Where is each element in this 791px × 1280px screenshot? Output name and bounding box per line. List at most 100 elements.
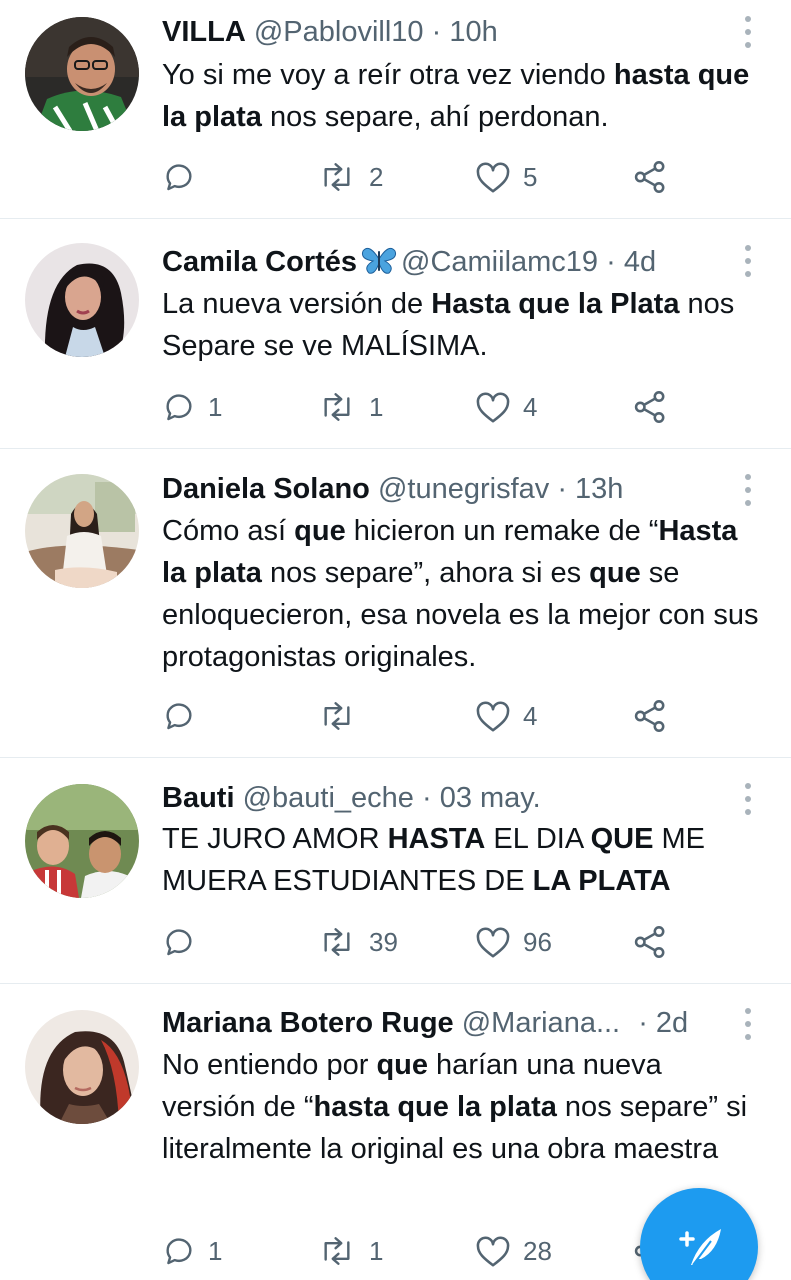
highlighted-keyword: HASTA	[387, 823, 486, 855]
more-options-icon[interactable]	[743, 783, 753, 815]
tweet-text-run: Cómo así	[162, 515, 295, 547]
timestamp[interactable]: 10h	[449, 16, 497, 48]
share-button[interactable]	[632, 922, 668, 962]
share-button[interactable]	[632, 387, 668, 427]
tweet-text: TE JURO AMOR HASTA EL DIA QUE ME MUERA E…	[162, 818, 762, 902]
separator-dot: ·	[606, 246, 616, 278]
like-button[interactable]: 96	[475, 922, 552, 962]
tweet[interactable]: VILLA @Pablovill10 · 10h Yo si me voy a …	[0, 0, 791, 219]
reply-button[interactable]	[162, 157, 208, 197]
author-handle[interactable]: @Pablovill10	[254, 16, 424, 48]
author-name[interactable]: VILLA	[162, 16, 246, 48]
like-count: 28	[523, 1235, 552, 1266]
author-handle[interactable]: @bauti_eche	[243, 782, 414, 814]
tweet-header: Daniela Solano @tunegrisfav · 13h	[162, 471, 623, 507]
like-count: 96	[523, 926, 552, 957]
tweet-text-run: nos separe, ahí perdonan.	[261, 101, 609, 133]
author-name[interactable]: Bauti	[162, 782, 235, 814]
heart-icon	[475, 160, 511, 194]
tweet-header: Camila Cortés @Camiilamc19 · 4d	[162, 244, 656, 280]
timestamp[interactable]: 03 may.	[440, 782, 541, 814]
share-button[interactable]	[632, 696, 668, 736]
highlighted-keyword: que	[589, 557, 641, 589]
reply-button[interactable]	[162, 696, 208, 736]
share-button[interactable]	[632, 157, 668, 197]
heart-icon	[475, 925, 511, 959]
retweet-button[interactable]: 2	[317, 157, 383, 197]
retweet-count: 2	[369, 161, 384, 192]
highlighted-keyword: que	[294, 515, 346, 547]
retweet-icon	[317, 160, 357, 194]
more-options-icon[interactable]	[743, 474, 753, 506]
more-options-icon[interactable]	[743, 245, 753, 277]
retweet-icon	[317, 699, 357, 733]
like-count: 4	[523, 391, 538, 422]
avatar[interactable]	[25, 474, 139, 588]
retweet-button[interactable]: 1	[317, 387, 383, 427]
highlighted-keyword: QUE	[590, 823, 654, 855]
tweet[interactable]: Camila Cortés @Camiilamc19 · 4d La nueva …	[0, 219, 791, 449]
retweet-button[interactable]	[317, 696, 369, 736]
retweet-icon	[317, 925, 357, 959]
avatar[interactable]	[25, 784, 139, 898]
timestamp[interactable]: 13h	[575, 473, 623, 505]
heart-icon	[475, 699, 511, 733]
reply-button[interactable]	[162, 922, 208, 962]
tweet[interactable]: Daniela Solano @tunegrisfav · 13h Cómo a…	[0, 449, 791, 758]
more-options-icon[interactable]	[743, 1008, 753, 1040]
author-handle[interactable]: @Camiilamc19	[401, 246, 598, 278]
author-name[interactable]: Camila Cortés	[162, 246, 357, 278]
tweet-header: VILLA @Pablovill10 · 10h	[162, 14, 498, 50]
tweet-actions: 2 5	[162, 157, 722, 197]
retweet-count: 1	[369, 391, 384, 422]
share-icon	[632, 389, 668, 425]
avatar[interactable]	[25, 17, 139, 131]
like-button[interactable]: 28	[475, 1231, 552, 1271]
retweet-button[interactable]: 1	[317, 1231, 383, 1271]
tweet-text-run: La nueva versión de	[162, 288, 432, 320]
share-icon	[632, 924, 668, 960]
tweet-text-run: Yo si me voy a reír otra vez viendo	[162, 59, 614, 91]
tweet-text-run: EL DIA	[485, 823, 591, 855]
reply-button[interactable]: 1	[162, 1231, 222, 1271]
retweet-icon	[317, 1234, 357, 1268]
separator-dot: ·	[557, 473, 567, 505]
separator-dot: ·	[431, 16, 442, 48]
reply-count: 1	[208, 391, 223, 422]
tweet-header: Mariana Botero Ruge @Mariana... · 2d	[162, 1005, 688, 1041]
highlighted-keyword: LA PLATA	[532, 865, 671, 897]
retweet-button[interactable]: 39	[317, 922, 398, 962]
reply-icon	[162, 1234, 196, 1268]
avatar[interactable]	[25, 1010, 139, 1124]
like-count: 5	[523, 161, 538, 192]
more-options-icon[interactable]	[743, 16, 753, 48]
tweet-text: Yo si me voy a reír otra vez viendo hast…	[162, 54, 762, 138]
avatar[interactable]	[25, 243, 139, 357]
author-handle[interactable]: @Mariana...	[462, 1007, 620, 1039]
tweet-actions: 39 96	[162, 922, 722, 962]
reply-icon	[162, 390, 196, 424]
reply-button[interactable]: 1	[162, 387, 222, 427]
author-handle[interactable]: @tunegrisfav	[378, 473, 549, 505]
like-button[interactable]: 5	[475, 157, 537, 197]
heart-icon	[475, 1234, 511, 1268]
separator-dot: ·	[421, 782, 432, 814]
like-button[interactable]: 4	[475, 696, 537, 736]
tweet-text-run: No entiendo por	[162, 1049, 377, 1081]
tweet-header: Bauti @bauti_eche · 03 may.	[162, 780, 541, 816]
timestamp[interactable]: 2d	[656, 1007, 688, 1039]
reply-count: 1	[208, 1235, 223, 1266]
tweet-actions: 1 1 28	[162, 1231, 722, 1271]
share-icon	[632, 159, 668, 195]
like-button[interactable]: 4	[475, 387, 537, 427]
tweet-text: No entiendo por que harían una nueva ver…	[162, 1044, 762, 1170]
author-name[interactable]: Daniela Solano	[162, 473, 370, 505]
timestamp[interactable]: 4d	[624, 246, 656, 278]
tweet[interactable]: Bauti @bauti_eche · 03 may. TE JURO AMOR…	[0, 758, 791, 984]
tweet-text: Cómo así que hicieron un remake de “Hast…	[162, 510, 762, 678]
author-name[interactable]: Mariana Botero Ruge	[162, 1007, 454, 1039]
tweet-text-run: hicieron un remake de “	[345, 515, 659, 547]
separator-dot: ·	[638, 1007, 648, 1039]
reply-icon	[162, 699, 196, 733]
butterfly-emoji-icon	[361, 245, 397, 284]
